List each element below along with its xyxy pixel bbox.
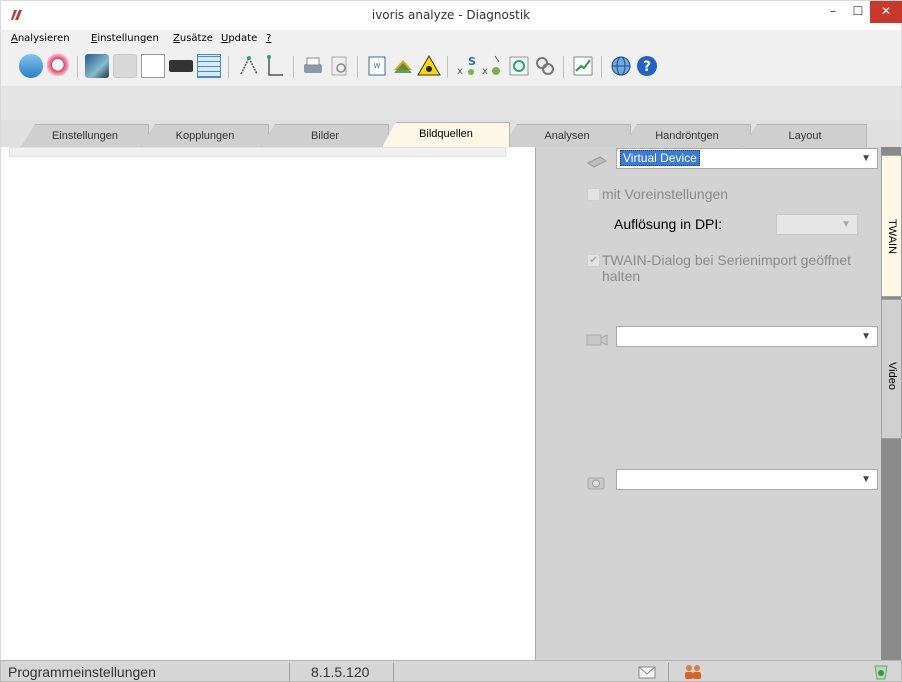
menu-mnemonic: ?	[266, 33, 272, 44]
title-bar: ivoris analyze - Diagnostik – ☐ ✕	[0, 0, 902, 30]
tab-bildquellen[interactable]: Bildquellen	[382, 122, 510, 147]
version-label: 8.1.5.120	[311, 664, 370, 680]
side-tab-video-label: Video	[886, 362, 898, 390]
svg-text:W: W	[374, 62, 381, 70]
intraoral-camera-icon[interactable]	[169, 60, 193, 72]
presets-checkbox[interactable]	[587, 188, 600, 201]
svg-text:x: x	[457, 66, 463, 77]
toolbar-spacer	[0, 86, 902, 120]
table-icon[interactable]	[197, 54, 221, 78]
dpi-label: Auflösung in DPI:	[614, 216, 723, 232]
status-message: Programmeinstellungen	[8, 664, 156, 680]
toolbar-separator	[447, 56, 448, 78]
radiation-warning-icon[interactable]	[417, 54, 441, 78]
twain-dialog-checkbox[interactable]: ✔	[587, 254, 600, 267]
toolbar-separator	[563, 56, 564, 78]
tab-analysen[interactable]: Analysen	[503, 124, 631, 147]
scanner-icon	[587, 156, 607, 168]
toolbar-separator	[77, 56, 78, 78]
globe-icon[interactable]	[609, 54, 633, 78]
menu-label: instellungen	[97, 33, 159, 44]
tab-handroentgen[interactable]: Handröntgen	[623, 124, 751, 147]
gear-image-icon[interactable]	[507, 54, 531, 78]
status-separator	[668, 663, 669, 681]
twain-device-value: Virtual Device	[620, 150, 700, 166]
menu-label: nalysieren	[17, 33, 70, 44]
chevron-down-icon: ▼	[861, 474, 871, 485]
video-device-select[interactable]: ▼	[616, 326, 878, 347]
tab-kopplungen[interactable]: Kopplungen	[141, 124, 269, 147]
tab-bilder[interactable]: Bilder	[261, 124, 389, 147]
twain-device-select[interactable]: Virtual Device ▼	[616, 148, 878, 169]
status-bar: Programmeinstellungen 8.1.5.120	[0, 660, 902, 682]
dpi-select[interactable]: ▼	[776, 214, 858, 235]
print-preview-icon[interactable]	[327, 54, 351, 78]
side-tab-strip: TWAIN Video	[881, 147, 902, 660]
mail-icon[interactable]	[637, 663, 657, 680]
symbol-x-icon[interactable]: x	[481, 54, 505, 78]
menu-update[interactable]: Update	[221, 33, 257, 44]
chevron-down-icon: ▼	[861, 331, 871, 342]
chevron-down-icon: ▼	[861, 153, 871, 164]
menu-mnemonic: A	[11, 33, 18, 44]
chevron-down-icon: ▼	[841, 219, 851, 230]
menu-einstellungen[interactable]: Einstellungen	[91, 33, 159, 44]
side-tab-video[interactable]: Video	[881, 299, 902, 439]
camera-icon	[587, 477, 605, 490]
menu-zusaetze[interactable]: Zusätze	[173, 33, 213, 44]
image-source-list-panel	[0, 147, 536, 660]
symbol-s-icon[interactable]: Sx	[455, 54, 479, 78]
side-tab-twain-label: TWAIN	[886, 219, 898, 255]
video-camera-icon	[586, 334, 608, 346]
toolbar-separator	[228, 56, 229, 78]
recycle-bin-icon[interactable]	[871, 663, 891, 680]
chart-icon[interactable]	[571, 54, 595, 78]
svg-text:S: S	[468, 55, 476, 68]
side-tab-twain[interactable]: TWAIN	[881, 155, 902, 297]
toolbar-separator	[357, 56, 358, 78]
menu-bar: Analysieren Einstellungen Zusätze Update…	[0, 30, 902, 48]
measure-angle-icon[interactable]	[237, 54, 261, 78]
maximize-button[interactable]: ☐	[844, 1, 872, 23]
help-icon[interactable]: ?	[635, 54, 659, 78]
toolbar: W Sx x ?	[0, 48, 902, 86]
print-icon[interactable]	[301, 54, 325, 78]
measure-line-icon[interactable]	[263, 54, 287, 78]
users-icon[interactable]	[683, 663, 703, 680]
word-export-icon[interactable]: W	[365, 54, 389, 78]
window-title: ivoris analyze - Diagnostik	[371, 8, 531, 22]
list-header	[9, 147, 506, 157]
menu-analysieren[interactable]: Analysieren	[11, 33, 70, 44]
link-icon[interactable]	[533, 54, 557, 78]
svg-text:?: ?	[643, 59, 651, 75]
toolbar-separator	[601, 56, 602, 78]
status-separator	[289, 663, 290, 681]
camera-device-select[interactable]: ▼	[616, 469, 878, 490]
close-button[interactable]: ✕	[870, 1, 902, 23]
twain-dialog-label: TWAIN-Dialog bei Serienimport geöffnet h…	[602, 252, 851, 284]
tab-layout[interactable]: Layout	[743, 124, 867, 147]
tab-strip: Einstellungen Kopplungen Bilder Bildquel…	[0, 120, 902, 147]
blank-icon[interactable]	[141, 54, 165, 78]
status-separator	[393, 663, 394, 681]
presets-label: mit Voreinstellungen	[602, 186, 729, 202]
search-image-icon[interactable]	[47, 54, 71, 78]
menu-mnemonic: Z	[173, 33, 180, 44]
3d-icon[interactable]	[113, 54, 137, 78]
layers-icon[interactable]	[391, 54, 415, 78]
svg-text:x: x	[482, 66, 488, 77]
menu-label: usätze	[179, 33, 213, 44]
toolbar-separator	[293, 56, 294, 78]
tab-einstellungen[interactable]: Einstellungen	[21, 124, 149, 147]
menu-label: pdate	[228, 33, 258, 44]
source-settings-panel: Virtual Device ▼ mit Voreinstellungen Au…	[536, 147, 881, 660]
image-adjust-icon[interactable]	[85, 54, 109, 78]
minimize-button[interactable]: –	[819, 1, 847, 23]
menu-help[interactable]: ?	[266, 33, 271, 44]
database-icon[interactable]	[19, 54, 43, 78]
